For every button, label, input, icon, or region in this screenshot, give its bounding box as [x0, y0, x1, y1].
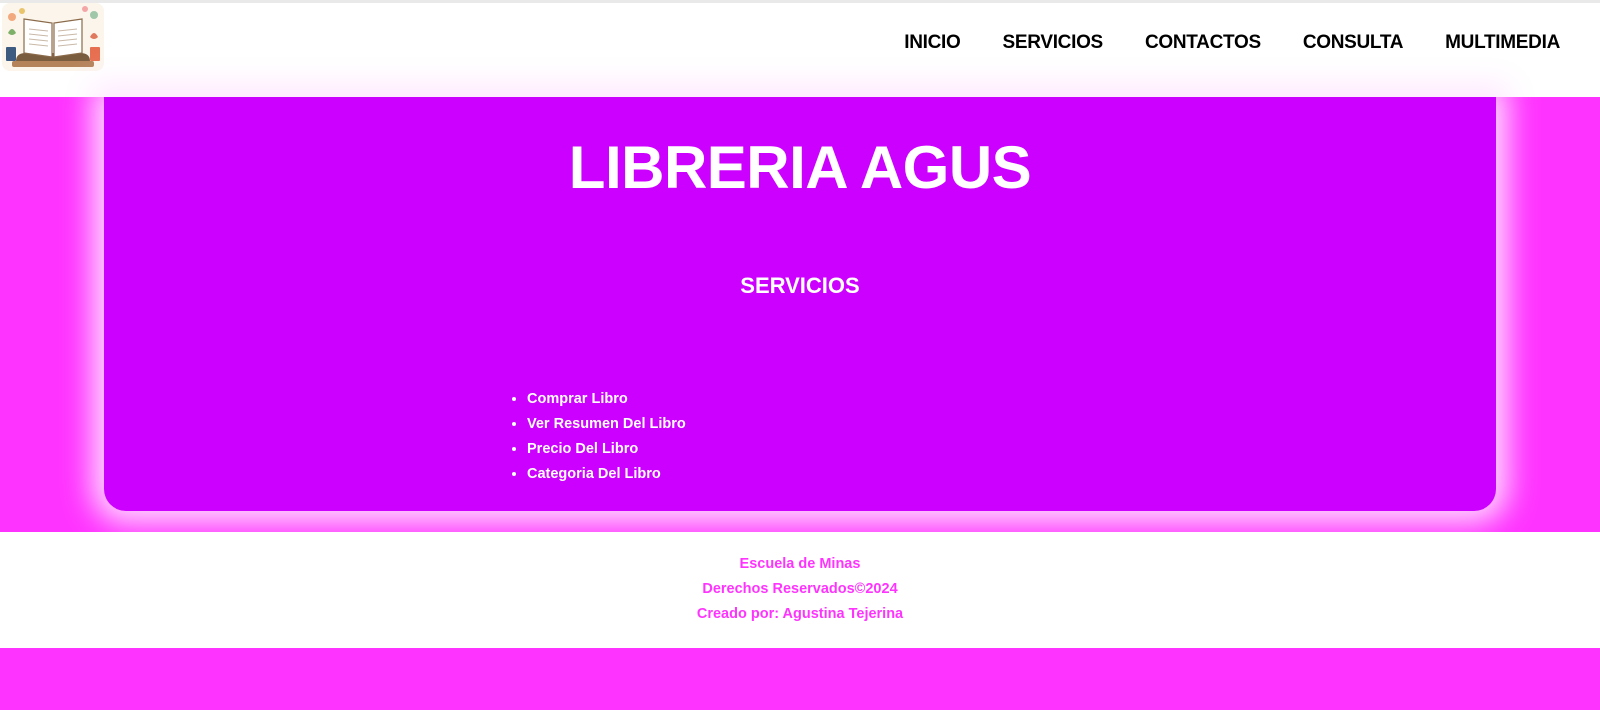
nav-multimedia[interactable]: MULTIMEDIA	[1445, 32, 1560, 54]
hero-card: LIBRERIA AGUS SERVICIOS Comprar Libro Ve…	[104, 97, 1496, 511]
service-item-comprar: Comprar Libro	[527, 387, 686, 412]
book-logo-icon[interactable]	[2, 3, 104, 71]
section-title: SERVICIOS	[740, 273, 860, 298]
footer-copyright: Derechos Reservados©2024	[702, 581, 898, 597]
footer-text: Escuela de Minas Derechos Reservados©202…	[0, 552, 1600, 627]
nav-consulta[interactable]: CONSULTA	[1303, 32, 1404, 54]
nav-servicios[interactable]: SERVICIOS	[1003, 32, 1104, 54]
page-title: LIBRERIA AGUS	[568, 134, 1032, 201]
site-header: INICIO SERVICIOS CONTACTOS CONSULTA MULT…	[0, 3, 1600, 97]
footer-school: Escuela de Minas	[739, 556, 861, 572]
nav-contactos[interactable]: CONTACTOS	[1145, 32, 1261, 54]
site-footer: Escuela de Minas Derechos Reservados©202…	[0, 532, 1600, 648]
nav-inicio[interactable]: INICIO	[904, 32, 961, 54]
main-nav: INICIO SERVICIOS CONTACTOS CONSULTA MULT…	[862, 32, 1560, 54]
service-item-precio: Precio Del Libro	[527, 437, 686, 462]
footer-author: Creado por: Agustina Tejerina	[696, 606, 904, 622]
service-item-resumen: Ver Resumen Del Libro	[527, 412, 686, 437]
services-list: Comprar Libro Ver Resumen Del Libro Prec…	[509, 387, 686, 487]
bottom-bar	[0, 648, 1600, 710]
service-item-categoria: Categoria Del Libro	[527, 462, 686, 487]
